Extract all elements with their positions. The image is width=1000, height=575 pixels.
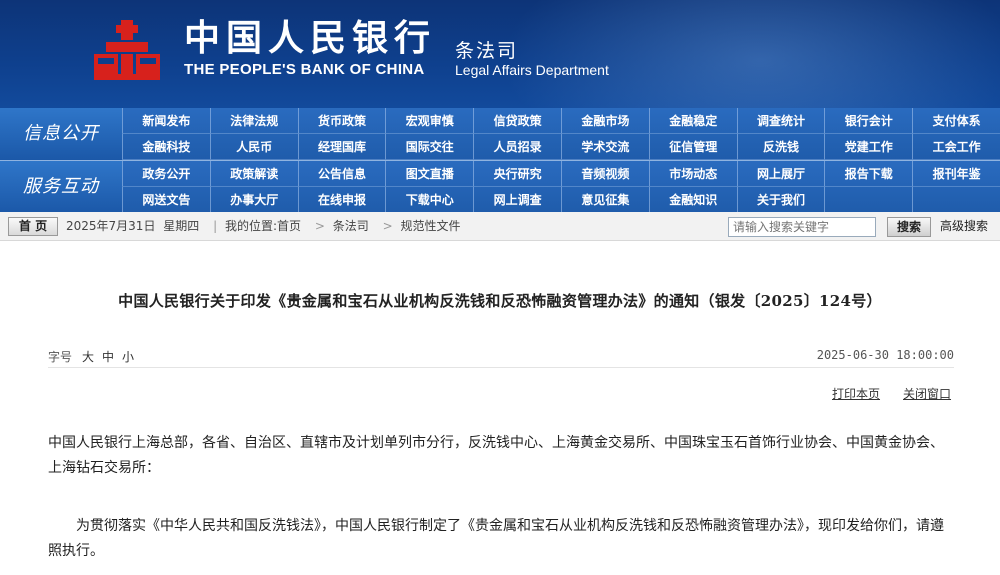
nav-item[interactable]: 调查统计: [736, 108, 825, 134]
nav-item[interactable]: 报刊年鉴: [912, 161, 1000, 187]
nav-item[interactable]: 公告信息: [297, 161, 386, 187]
nav-item[interactable]: 人民币: [209, 134, 298, 160]
nav-item[interactable]: 关于我们: [736, 187, 825, 213]
nav-item[interactable]: 征信管理: [648, 134, 737, 160]
separator: |: [213, 219, 218, 233]
nav-item[interactable]: 办事大厅: [209, 187, 298, 213]
font-size-medium-link[interactable]: 中: [102, 348, 114, 365]
nav-grid-info: 新闻发布 法律法规 货币政策 宏观审慎 信贷政策 金融市场 金融稳定 调查统计 …: [122, 108, 1000, 160]
nav-item[interactable]: 市场动态: [648, 161, 737, 187]
nav-item[interactable]: 支付体系: [912, 108, 1000, 134]
nav-item[interactable]: 工会工作: [912, 134, 1000, 160]
chevron-right-icon: >: [382, 219, 393, 233]
nav-item[interactable]: 政策解读: [209, 161, 298, 187]
nav-item[interactable]: 法律法规: [209, 108, 298, 134]
breadcrumb-home-link[interactable]: 我的位置:首页: [225, 219, 301, 233]
search-button[interactable]: 搜索: [887, 217, 931, 237]
pboc-logo-icon[interactable]: [92, 18, 162, 82]
nav-item[interactable]: 人员招录: [473, 134, 561, 160]
nav-item[interactable]: 金融稳定: [648, 108, 737, 134]
breadcrumb-dept-link[interactable]: 条法司: [333, 219, 369, 233]
breadcrumb-bar: 首 页 2025年7月31日 星期四 | 我的位置:首页 > 条法司 > 规范性…: [0, 212, 1000, 241]
home-button[interactable]: 首 页: [8, 217, 58, 236]
font-size-large-link[interactable]: 大: [82, 348, 94, 365]
nav-item[interactable]: 意见征集: [561, 187, 649, 213]
print-page-link[interactable]: 打印本页: [832, 385, 880, 402]
nav-item[interactable]: 宏观审慎: [385, 108, 474, 134]
dept-name-en: Legal Affairs Department: [455, 62, 609, 78]
dept-name-cn: 条法司: [455, 40, 519, 62]
nav-item[interactable]: 国际交往: [385, 134, 474, 160]
site-header: 中国人民银行 THE PEOPLE'S BANK OF CHINA 条法司 Le…: [0, 0, 1000, 108]
nav-item[interactable]: 金融科技: [122, 134, 210, 160]
nav-item[interactable]: 新闻发布: [122, 108, 210, 134]
current-weekday: 星期四: [163, 219, 200, 233]
advanced-search-link[interactable]: 高级搜索: [940, 212, 988, 241]
nav-item[interactable]: 金融知识: [648, 187, 737, 213]
publish-datetime: 2025-06-30 18:00:00: [816, 348, 954, 362]
nav-item[interactable]: 金融市场: [561, 108, 649, 134]
article-paragraph: 中国人民银行上海总部，各省、自治区、直辖市及计划单列市分行，反洗钱中心、上海黄金…: [48, 435, 944, 476]
nav-item[interactable]: 音频视频: [561, 161, 649, 187]
main-nav: 信息公开 新闻发布 法律法规 货币政策 宏观审慎 信贷政策 金融市场 金融稳定 …: [0, 108, 1000, 213]
nav-item-empty: [824, 187, 913, 213]
nav-item[interactable]: 学术交流: [561, 134, 649, 160]
nav-item[interactable]: 反洗钱: [736, 134, 825, 160]
bank-name-en: THE PEOPLE'S BANK OF CHINA: [184, 61, 425, 78]
article-meta: 字号 大 中 小 2025-06-30 18:00:00: [48, 346, 954, 368]
search-input[interactable]: [728, 217, 876, 237]
nav-section-label-service: 服务互动: [0, 161, 122, 213]
nav-item[interactable]: 报告下载: [824, 161, 913, 187]
breadcrumb-category-link[interactable]: 规范性文件: [401, 219, 461, 233]
nav-item[interactable]: 货币政策: [297, 108, 386, 134]
nav-item[interactable]: 政务公开: [122, 161, 210, 187]
nav-item-empty: [912, 187, 1000, 213]
nav-item[interactable]: 下载中心: [385, 187, 474, 213]
nav-item[interactable]: 网上展厅: [736, 161, 825, 187]
current-date: 2025年7月31日: [66, 219, 156, 233]
header-glow: [500, 0, 1000, 108]
nav-grid-service: 政务公开 政策解读 公告信息 图文直播 央行研究 音频视频 市场动态 网上展厅 …: [122, 161, 1000, 213]
nav-block-info: 信息公开 新闻发布 法律法规 货币政策 宏观审慎 信贷政策 金融市场 金融稳定 …: [0, 108, 1000, 160]
font-size-small-link[interactable]: 小: [122, 348, 134, 365]
close-window-link[interactable]: 关闭窗口: [903, 385, 951, 402]
nav-item[interactable]: 经理国库: [297, 134, 386, 160]
nav-item[interactable]: 网上调查: [473, 187, 561, 213]
chevron-right-icon: >: [314, 219, 325, 233]
article-title: 中国人民银行关于印发《贵金属和宝石从业机构反洗钱和反恐怖融资管理办法》的通知（银…: [118, 292, 882, 310]
bank-name-cn: 中国人民银行: [184, 17, 437, 59]
nav-item[interactable]: 央行研究: [473, 161, 561, 187]
nav-item[interactable]: 网送文告: [122, 187, 210, 213]
article-paragraph: 为贯彻落实《中华人民共和国反洗钱法》，中国人民银行制定了《贵金属和宝石从业机构反…: [48, 518, 944, 559]
breadcrumb: 2025年7月31日 星期四 | 我的位置:首页 > 条法司 > 规范性文件: [66, 212, 465, 241]
nav-item[interactable]: 银行会计: [824, 108, 913, 134]
nav-section-label-info: 信息公开: [0, 108, 122, 160]
nav-item[interactable]: 信贷政策: [473, 108, 561, 134]
nav-item[interactable]: 图文直播: [385, 161, 474, 187]
nav-item[interactable]: 在线申报: [297, 187, 386, 213]
nav-item[interactable]: 党建工作: [824, 134, 913, 160]
article-content: 中国人民银行关于印发《贵金属和宝石从业机构反洗钱和反恐怖融资管理办法》的通知（银…: [0, 242, 1000, 575]
nav-block-service: 服务互动 政务公开 政策解读 公告信息 图文直播 央行研究 音频视频 市场动态 …: [0, 160, 1000, 213]
font-size-label: 字号: [48, 350, 73, 364]
